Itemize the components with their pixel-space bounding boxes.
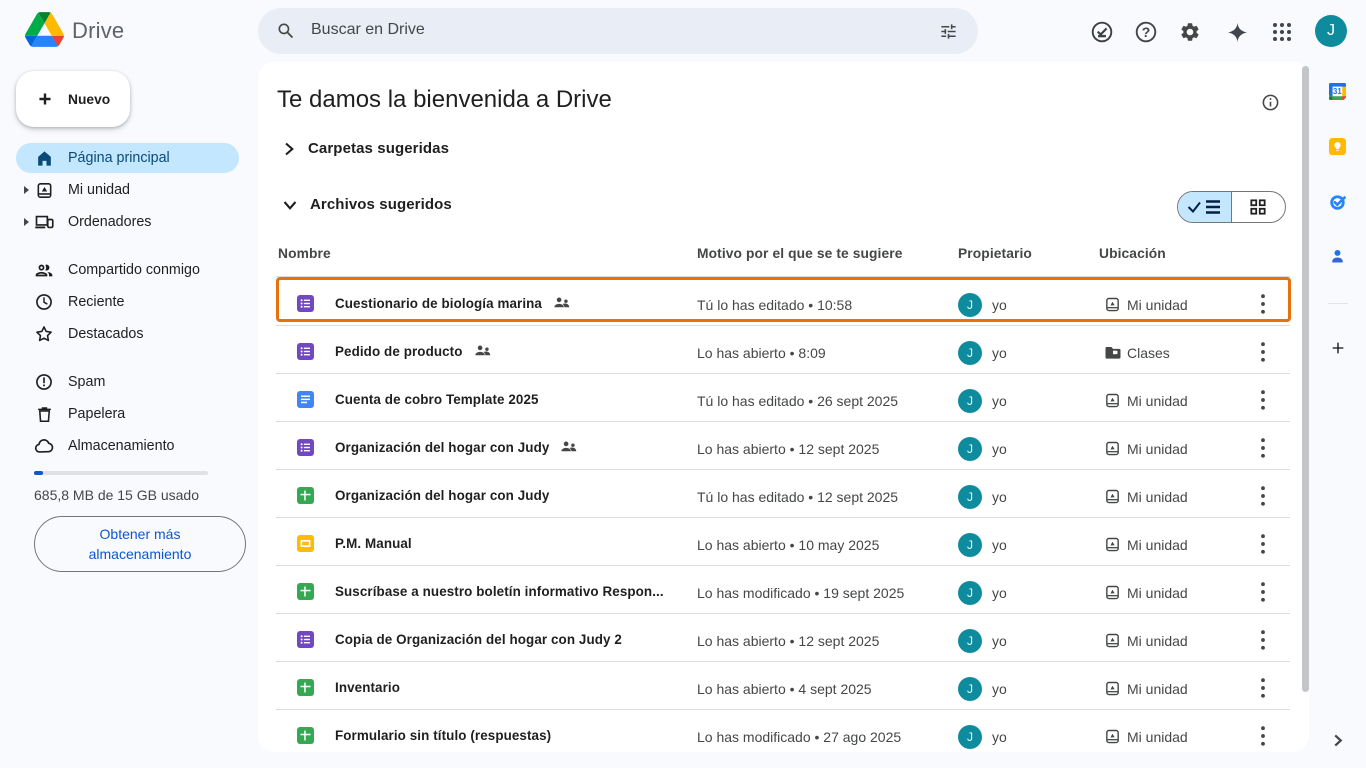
svg-text:31: 31 (1333, 87, 1342, 96)
